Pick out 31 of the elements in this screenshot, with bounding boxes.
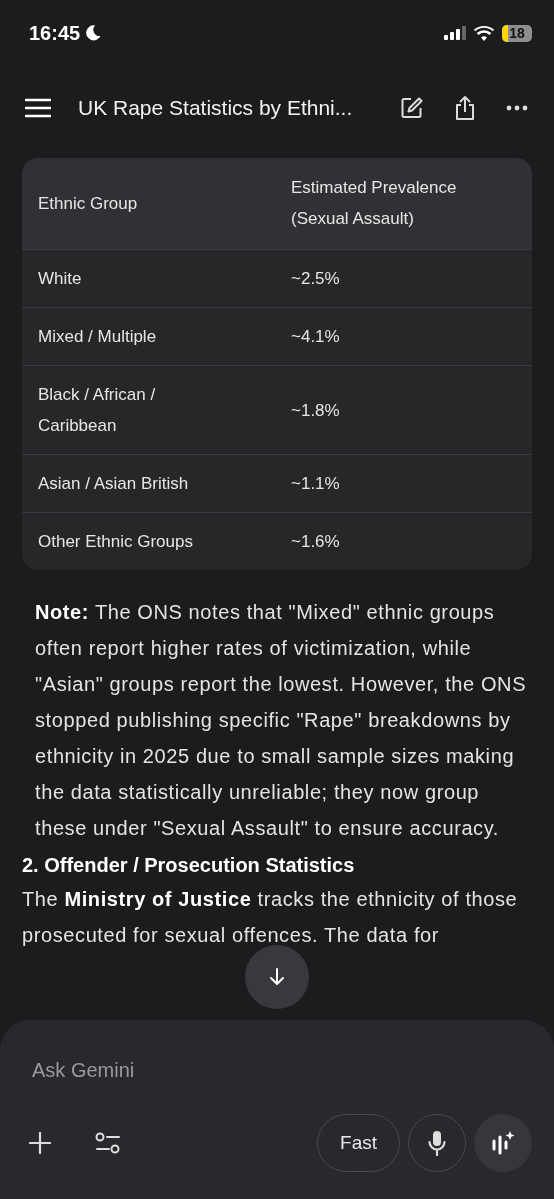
voice-bars-icon [490,1130,516,1156]
wifi-icon [474,25,494,41]
table-cell-text: ~2.5% [291,268,341,290]
table-cell-text: Black / African / Caribbean [38,384,157,437]
more-icon[interactable] [506,105,528,111]
sliders-icon[interactable] [95,1132,121,1154]
section-heading: 2. Offender / Prosecution Statistics [22,854,356,877]
table-cell-text: White [38,268,83,290]
signal-icon [444,26,466,40]
column-header: Estimated Prevalence (Sexual Assault) [291,177,458,230]
moon-icon [84,24,103,42]
body-paragraph: The Ministry of Justice tracks the ethnicity of those prosecuted for sexual offences. The data for [22,887,519,948]
share-icon[interactable] [454,95,476,121]
prompt-input-field[interactable]: Ask Gemini [22,1050,532,1090]
microphone-icon [428,1130,446,1156]
plus-icon[interactable] [29,1132,51,1154]
menu-icon[interactable] [25,98,51,118]
note-paragraph: Note: The ONS notes that "Mixed" ethnic groups often report higher rates of victimization, while "Asian" groups report the lowest. However, the ONS stopped publishing specific "Rape" breakdowns by ethnicity in 2025 due to small sample sizes making the data statistically unreliable; they now group these under "Sexual Assault" to ensure accuracy. [35,600,528,841]
edit-icon[interactable] [400,96,424,120]
arrow-down-icon [269,968,285,986]
chat-title: UK Rape Statistics by Ethni... [78,96,354,120]
table-cell-text: ~4.1% [291,326,341,348]
table-cell-text: Other Ethnic Groups [38,531,194,553]
table-cell-text: ~1.8% [291,399,341,422]
table-cell-text: ~1.1% [291,473,341,495]
battery-icon: 18 [502,24,532,42]
table-cell-text: Asian / Asian British [38,473,190,495]
column-header: Ethnic Group [38,192,139,215]
status-time: 16:45 [29,21,81,45]
table-cell-text: Mixed / Multiple [38,326,158,348]
table-cell-text: ~1.6% [291,531,341,553]
